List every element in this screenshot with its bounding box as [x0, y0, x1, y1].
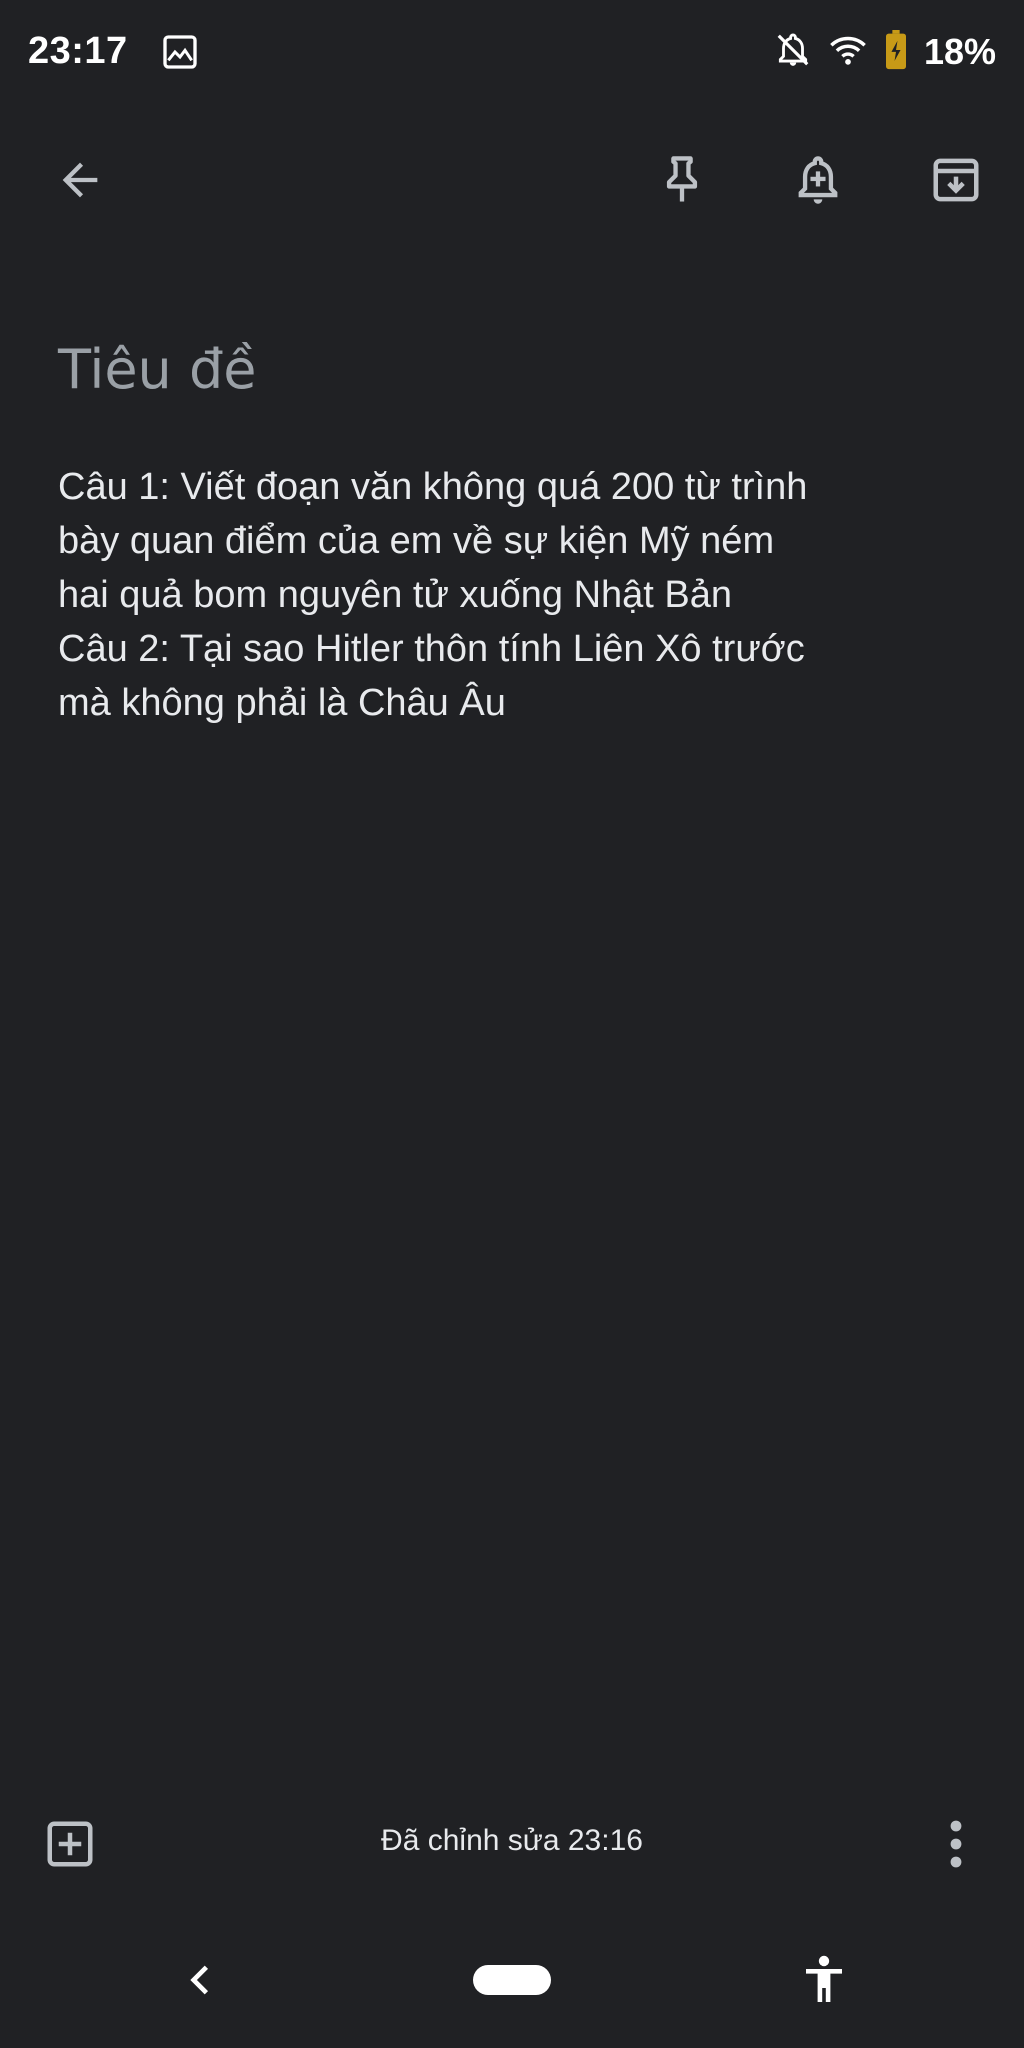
system-nav-bar — [0, 1930, 1024, 2030]
nav-back-icon — [190, 1965, 209, 1995]
more-vert-icon — [950, 1820, 962, 1868]
note-line: Câu 1: Viết đoạn văn không quá 200 từ tr… — [58, 466, 808, 508]
note-title-input[interactable]: Tiêu đề — [58, 334, 958, 406]
battery-percentage: 18% — [923, 31, 996, 72]
gallery-icon — [160, 32, 200, 72]
pin-button[interactable] — [642, 140, 722, 220]
note-line: mà không phải là Châu Âu — [58, 682, 506, 724]
note-toolbar — [0, 140, 1024, 220]
archive-icon — [933, 158, 979, 202]
accessibility-icon — [806, 1955, 842, 2002]
status-right-group: 18% — [774, 29, 996, 75]
keep-note-screen: 23:17 18% Tiêu đề Câu 1: Viết đoạn văn k… — [0, 0, 1024, 2048]
add-reminder-icon — [798, 156, 838, 204]
more-options-button[interactable] — [916, 1804, 996, 1884]
note-bottom-bar: Đã chỉnh sửa 23:16 — [0, 1800, 1024, 1890]
status-time: 23:17 — [28, 30, 128, 72]
note-body-input[interactable]: Câu 1: Viết đoạn văn không quá 200 từ tr… — [58, 460, 978, 730]
pin-icon — [666, 156, 698, 202]
note-line: Câu 2: Tại sao Hitler thôn tính Liên Xô … — [58, 628, 805, 670]
back-button[interactable] — [40, 140, 120, 220]
battery-charging-icon — [884, 29, 908, 75]
reminder-button[interactable] — [778, 140, 858, 220]
nav-back-button[interactable] — [160, 1950, 240, 2010]
back-arrow-icon — [62, 162, 98, 198]
edited-timestamp: Đã chỉnh sửa 23:16 — [381, 1824, 643, 1857]
notifications-off-icon — [774, 31, 812, 74]
note-line: bày quan điểm của em về sự kiện Mỹ ném — [58, 520, 775, 562]
status-bar: 23:17 18% — [0, 0, 1024, 104]
home-pill[interactable] — [473, 1965, 551, 1995]
archive-button[interactable] — [916, 140, 996, 220]
accessibility-button[interactable] — [784, 1944, 864, 2016]
wifi-icon — [828, 31, 868, 74]
note-line: hai quả bom nguyên tử xuống Nhật Bản — [58, 574, 733, 616]
